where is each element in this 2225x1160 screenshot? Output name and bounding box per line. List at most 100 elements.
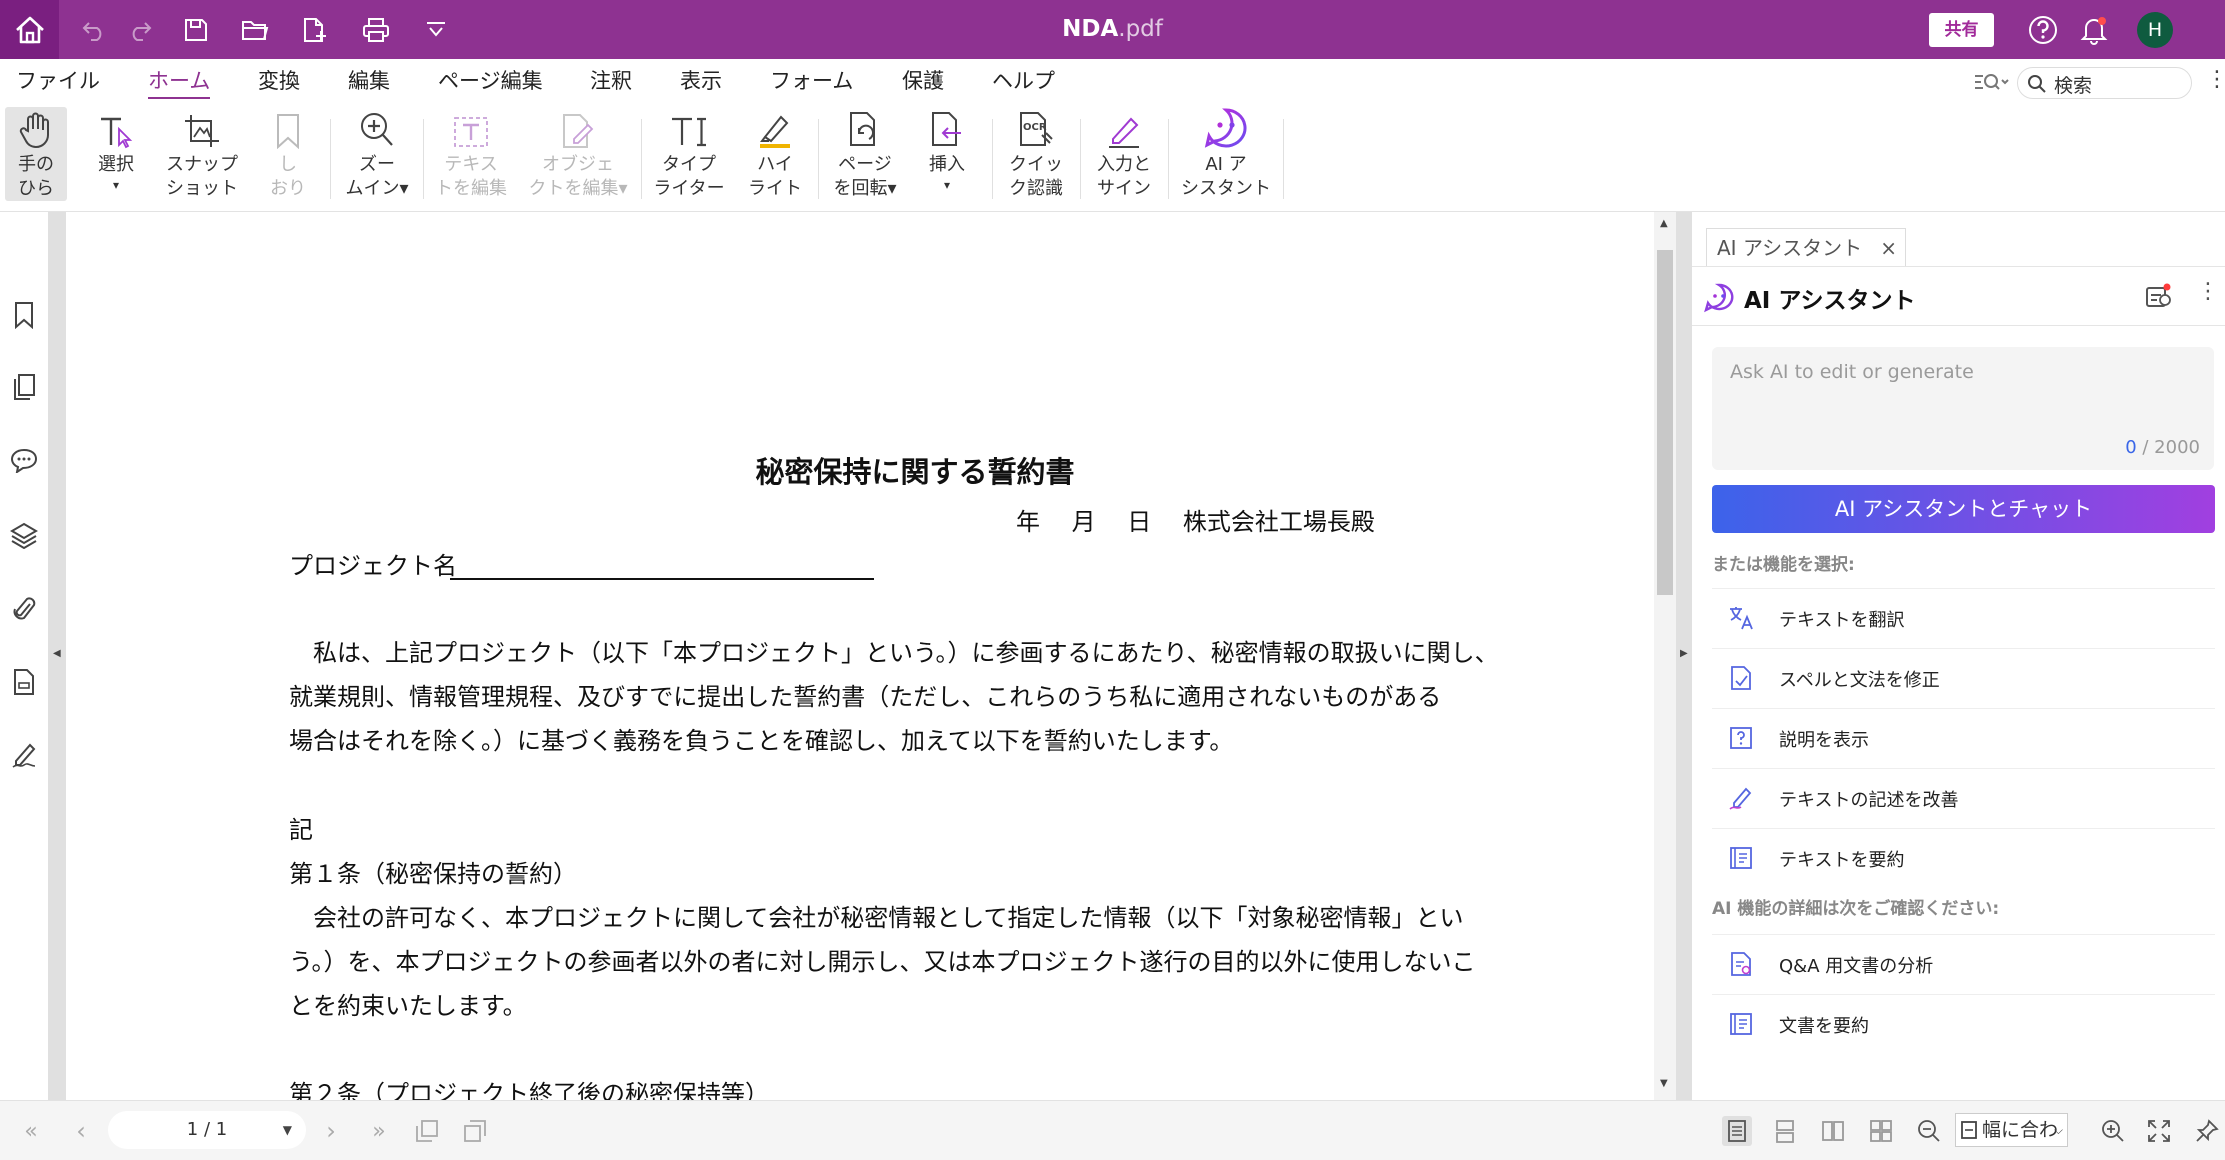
insert-tool[interactable]: 挿入 ▾ xyxy=(916,107,978,193)
home-button[interactable] xyxy=(0,0,59,59)
fill-sign-icon xyxy=(1109,117,1139,148)
highlight-label1: ハイ xyxy=(757,154,793,175)
article2-title: 第２条（プロジェクト終了後の秘密保持等） xyxy=(289,1080,769,1100)
zoom-in-tool[interactable]: ズー ムイン▾ xyxy=(340,107,414,201)
feature-fix-spelling[interactable]: スペルと文法を修正 xyxy=(1712,648,2215,706)
chat-history-icon[interactable] xyxy=(2144,283,2172,311)
comments-panel-icon[interactable] xyxy=(9,445,39,475)
scrollbar-thumb[interactable] xyxy=(1657,250,1673,595)
highlight-tool[interactable]: ハイ ライト xyxy=(744,107,806,201)
menu-view[interactable]: 表示 xyxy=(680,65,722,95)
menu-home[interactable]: ホーム xyxy=(148,65,210,95)
signature-panel-icon[interactable] xyxy=(9,740,39,770)
new-file-icon[interactable] xyxy=(298,14,330,46)
first-page-icon[interactable]: « xyxy=(16,1116,46,1146)
rotate-page-tool[interactable]: ページ を回転▾ xyxy=(826,107,904,201)
zoom-dropdown-icon[interactable]: ⌵ xyxy=(2054,1114,2063,1146)
date-line: 年 月 日 株式会社工場長殿 xyxy=(1016,508,1375,536)
menu-file[interactable]: ファイル xyxy=(16,65,100,95)
attachment-panel-icon[interactable] xyxy=(9,594,39,624)
continuous-view-icon[interactable] xyxy=(1770,1116,1800,1146)
hand-tool[interactable]: 手の ひら xyxy=(5,107,67,201)
layers-panel-icon[interactable] xyxy=(9,520,39,550)
search-input[interactable]: 検索 xyxy=(2017,67,2192,99)
help-icon[interactable] xyxy=(2027,14,2059,46)
pin-icon[interactable] xyxy=(2192,1116,2222,1146)
zoom-out-icon[interactable] xyxy=(1914,1116,1944,1146)
last-page-icon[interactable]: » xyxy=(364,1116,394,1146)
menu-page-edit[interactable]: ページ編集 xyxy=(438,65,543,95)
print-icon[interactable] xyxy=(360,14,392,46)
quick-ocr-label1: クイッ xyxy=(1009,154,1063,175)
para1-line2: 就業規則、情報管理規程、及びすでに提出した誓約書（ただし、これらのうち私に適用さ… xyxy=(289,683,1442,711)
edit-text-label2: トを編集 xyxy=(435,178,507,199)
open-folder-icon[interactable] xyxy=(239,14,271,46)
collapse-left-arrow-icon[interactable]: ◀ xyxy=(53,648,61,659)
menu-help[interactable]: ヘルプ xyxy=(992,65,1055,95)
article1-line3: とを約束いたします。 xyxy=(289,992,527,1020)
feature-summarize-text[interactable]: テキストを要約 xyxy=(1712,828,2215,886)
single-page-view-icon[interactable] xyxy=(1722,1116,1752,1146)
avatar[interactable]: H xyxy=(2137,12,2173,48)
page-number-input[interactable]: 1 / 1 ▼ xyxy=(108,1111,306,1149)
next-page-icon[interactable]: › xyxy=(316,1116,346,1146)
pages-panel-icon[interactable] xyxy=(9,372,39,402)
typewriter-icon xyxy=(672,117,706,147)
fullscreen-icon[interactable] xyxy=(2144,1116,2174,1146)
rotate-page-icon xyxy=(850,112,875,146)
snapshot-tool[interactable]: スナップ ショット xyxy=(160,107,244,201)
bookmark-panel-icon[interactable] xyxy=(9,300,39,330)
feature-improve-writing[interactable]: テキストの記述を改善 xyxy=(1712,768,2215,826)
right-panel-splitter[interactable]: ▶ xyxy=(1676,212,1692,1100)
choose-feature-label: または機能を選択: xyxy=(1712,555,1855,575)
bookmark-tool[interactable]: し おり xyxy=(262,107,314,201)
document-heading: 秘密保持に関する誓約書 xyxy=(755,455,1075,489)
ai-assistant-tool[interactable]: AI ア シスタント xyxy=(1176,107,1276,201)
left-panel-splitter[interactable]: ◀ xyxy=(48,212,66,1100)
menu-convert[interactable]: 変換 xyxy=(258,65,300,95)
char-max: / 2000 xyxy=(2142,437,2200,458)
select-tool[interactable]: 選択 ▾ xyxy=(85,107,147,193)
feature-translate[interactable]: テキストを翻訳 xyxy=(1712,588,2215,646)
next-view-icon[interactable] xyxy=(460,1116,490,1146)
edit-object-tool[interactable]: オブジェ クトを編集▾ xyxy=(524,107,632,201)
panel-more-options-icon[interactable]: ⋮ xyxy=(2197,279,2219,304)
ai-assistant-tab[interactable]: AI アシスタント × xyxy=(1706,228,1906,266)
menu-protect[interactable]: 保護 xyxy=(902,65,944,95)
share-button[interactable]: 共有 xyxy=(1929,13,1994,47)
fix-spelling-label: スペルと文法を修正 xyxy=(1779,670,1940,691)
redo-icon[interactable] xyxy=(124,14,156,46)
edit-text-icon xyxy=(454,117,488,147)
scroll-down-arrow-icon[interactable]: ▼ xyxy=(1660,1078,1668,1089)
edit-text-tool[interactable]: テキス トを編集 xyxy=(434,107,508,201)
two-page-view-icon[interactable] xyxy=(1818,1116,1848,1146)
menu-edit[interactable]: 編集 xyxy=(348,65,390,95)
feature-explain[interactable]: 説明を表示 xyxy=(1712,708,2215,766)
menu-form[interactable]: フォーム xyxy=(770,65,853,95)
close-tab-icon[interactable]: × xyxy=(1880,229,1897,267)
chat-with-ai-button[interactable]: AI アシスタントとチャット xyxy=(1712,485,2215,533)
zoom-in-status-icon[interactable] xyxy=(2098,1116,2128,1146)
page-dropdown-icon[interactable]: ▼ xyxy=(283,1111,292,1149)
previous-page-icon[interactable]: ‹ xyxy=(66,1116,96,1146)
zoom-mode-select[interactable]: 幅に合わ ⌵ xyxy=(1955,1113,2068,1147)
more-options-icon[interactable]: ⋮ xyxy=(2206,67,2225,92)
fill-sign-tool[interactable]: 入力と サイン xyxy=(1088,107,1160,201)
advanced-search-icon[interactable] xyxy=(1973,71,2009,98)
document-scrollbar[interactable]: ▲ ▼ xyxy=(1654,212,1676,1100)
notification-bell-icon[interactable] xyxy=(2078,14,2110,46)
previous-view-icon[interactable] xyxy=(412,1116,442,1146)
undo-icon[interactable] xyxy=(78,14,110,46)
two-page-continuous-view-icon[interactable] xyxy=(1866,1116,1896,1146)
scroll-up-arrow-icon[interactable]: ▲ xyxy=(1660,218,1668,229)
quick-ocr-tool[interactable]: OCR クイッ ク認識 xyxy=(1000,107,1072,201)
form-fields-panel-icon[interactable] xyxy=(9,667,39,697)
typewriter-tool[interactable]: タイプ ライター xyxy=(650,107,728,201)
collapse-right-arrow-icon[interactable]: ▶ xyxy=(1680,648,1688,659)
menu-annotate[interactable]: 注釈 xyxy=(590,65,632,95)
save-icon[interactable] xyxy=(180,14,212,46)
ai-prompt-input[interactable]: Ask AI to edit or generate 0 / 2000 xyxy=(1712,347,2214,470)
feature-qa-analysis[interactable]: Q&A 用文書の分析 xyxy=(1712,934,2215,992)
more-quick-access-icon[interactable] xyxy=(420,14,452,46)
feature-summarize-document[interactable]: 文書を要約 xyxy=(1712,994,2215,1052)
